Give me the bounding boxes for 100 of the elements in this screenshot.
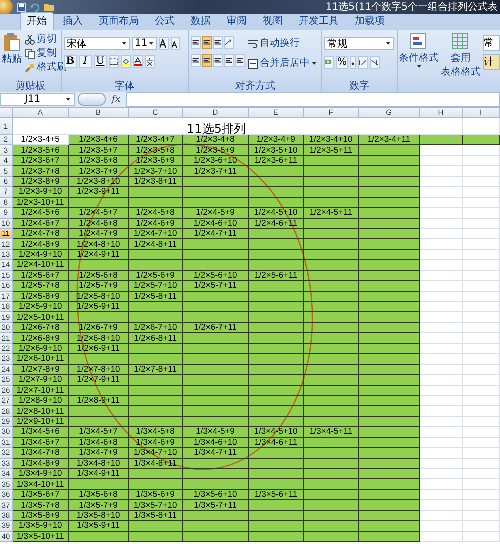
table-cell [183, 250, 249, 260]
underline-button[interactable]: U [94, 55, 107, 68]
ribbon-tab[interactable]: 开始 [20, 12, 54, 30]
cell-style-swatch[interactable]: 常 [483, 35, 500, 51]
fill-color-icon[interactable] [121, 55, 131, 68]
conditional-formatting-button[interactable]: 条件格式 [399, 33, 439, 92]
table-cell [359, 292, 420, 302]
percent-button[interactable]: % [336, 56, 348, 69]
table-cell: 1/3×5-8+9 [13, 510, 69, 522]
table-cell [249, 312, 304, 323]
bold-button[interactable]: B [64, 55, 77, 68]
table-cell [463, 322, 500, 334]
table-cell [463, 510, 500, 522]
table-cell [359, 312, 420, 323]
number-format-field[interactable]: 常规 [324, 37, 394, 50]
insert-function-button[interactable]: fx [109, 94, 124, 104]
shrink-font-icon[interactable] [171, 37, 180, 50]
table-cell [463, 292, 500, 302]
group-label: 对齐方式 [234, 80, 276, 92]
grow-font-icon[interactable] [159, 37, 169, 50]
ribbon-tab[interactable]: 插入 [56, 12, 90, 30]
ribbon-tab[interactable]: 审阅 [220, 12, 254, 30]
table-cell: 1/3×4-5+7 [69, 427, 129, 438]
dropdown-arrow-icon[interactable] [386, 42, 392, 45]
table-cell [183, 239, 249, 250]
dropdown-arrow-icon[interactable] [149, 42, 154, 45]
table-cell: 1/2×3-8+9 [13, 176, 69, 188]
table-cell [69, 416, 129, 428]
table-cell: 1/2×4-6+7 [13, 218, 69, 229]
dropdown-arrow-icon[interactable] [416, 65, 422, 68]
table-cell: 1/3×4-5+9 [183, 427, 249, 438]
table-cell [420, 354, 463, 365]
cut-button[interactable]: 剪切 [25, 33, 67, 46]
italic-button[interactable]: I [79, 55, 92, 68]
table-cell [420, 479, 463, 490]
table-cell: 1/2×7-9+11 [69, 375, 129, 386]
table-cell [359, 187, 420, 198]
table-cell [129, 375, 183, 386]
save-icon[interactable] [17, 2, 26, 12]
table-cell: 1/2×5-6+11 [249, 270, 304, 282]
font-color-icon[interactable] [133, 55, 143, 68]
table-cell [420, 218, 463, 229]
increase-decimal-icon[interactable] [358, 56, 368, 69]
table-cell [183, 416, 249, 428]
ribbon-tab[interactable]: 页面布局 [92, 12, 146, 30]
phonetic-guide-icon[interactable] [145, 55, 155, 68]
table-cell: 1/2×3-9+11 [69, 187, 129, 198]
table-cell [304, 469, 359, 480]
ribbon-tab[interactable]: 开发工具 [292, 12, 346, 30]
office-button[interactable] [0, 0, 13, 14]
table-cell [420, 312, 463, 323]
orientation-icon[interactable] [224, 36, 234, 49]
ribbon-tab[interactable]: 视图 [256, 12, 290, 30]
format-as-table-button[interactable]: 套用 表格格式 [441, 33, 481, 92]
formula-input[interactable] [126, 92, 500, 107]
brush-icon[interactable] [25, 62, 35, 72]
table-cell: 1/3×4-6+9 [129, 438, 183, 448]
table-cell: 1/2×5-7+10 [129, 281, 183, 292]
table-cell [304, 500, 359, 511]
table-cell [359, 416, 420, 428]
scissors-icon[interactable] [25, 34, 35, 44]
conditional-formatting-icon[interactable] [410, 33, 428, 51]
table-cell [129, 532, 183, 542]
paste-button[interactable]: 粘贴 [2, 32, 22, 79]
font-name-field[interactable]: 宋体 [64, 37, 130, 50]
table-cell [420, 187, 463, 198]
cell-style-swatch[interactable]: 计 [483, 54, 500, 70]
ribbon-tab[interactable]: 公式 [148, 12, 182, 30]
decrease-decimal-icon[interactable] [370, 56, 380, 69]
dropdown-arrow-icon[interactable] [122, 42, 127, 45]
wrap-text-button[interactable]: 自动换行 [248, 37, 318, 50]
table-cell [420, 176, 463, 188]
ribbon-tab[interactable]: 加载项 [348, 12, 392, 30]
table-cell: 1/2×4-6+11 [249, 218, 304, 229]
font-size-field[interactable]: 11 [132, 37, 157, 50]
table-cell [359, 270, 420, 282]
wrap-text-icon[interactable] [248, 38, 258, 48]
table-cell: 1/2×7-8+10 [69, 364, 129, 376]
currency-icon[interactable] [324, 56, 334, 69]
dropdown-arrow-icon[interactable] [66, 98, 71, 101]
name-box[interactable]: J11 [0, 93, 75, 106]
table-cell: 1/3×4-6+10 [183, 438, 249, 448]
comma-style-icon[interactable] [350, 56, 356, 69]
ribbon-tab[interactable]: 数据 [184, 12, 218, 30]
table-cell [420, 521, 463, 532]
border-icon[interactable] [109, 55, 119, 68]
formula-divider-handle[interactable] [78, 93, 106, 106]
dropdown-arrow-icon[interactable] [312, 62, 318, 65]
table-cell [183, 333, 249, 344]
table-cell: 1/2×3-4+10 [304, 135, 359, 146]
table-cell [420, 510, 463, 522]
table-cell [420, 260, 463, 271]
table-cell [304, 302, 359, 312]
merge-center-button[interactable]: 合并后居中 [248, 57, 318, 70]
table-cell [304, 532, 359, 542]
merge-cells-icon[interactable] [248, 58, 258, 68]
table-cell [129, 479, 183, 490]
copy-icon[interactable] [25, 48, 35, 58]
table-cell [463, 198, 500, 208]
table-cell: 1/2×6-7+10 [129, 322, 183, 334]
